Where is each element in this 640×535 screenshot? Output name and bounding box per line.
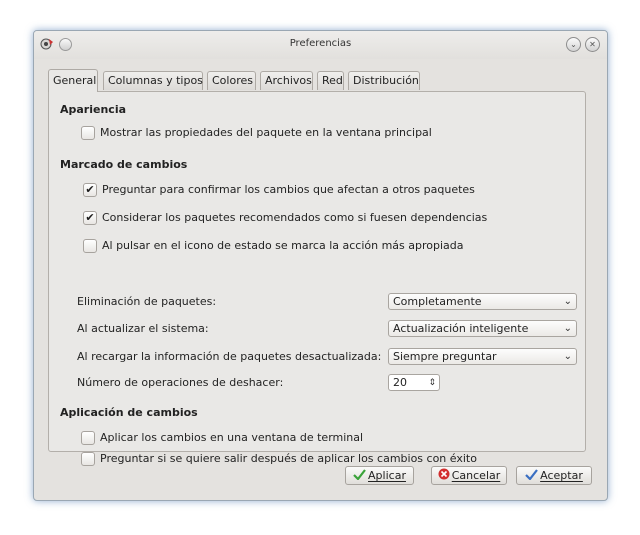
tab-red[interactable]: Red (317, 71, 344, 90)
removal-combo[interactable]: Completamente ⌄ (388, 293, 577, 310)
chevron-down-icon: ⌄ (563, 323, 572, 334)
reload-combo[interactable]: Siempre preguntar ⌄ (388, 348, 577, 365)
undo-spinbox[interactable]: 20 ⇕ (388, 374, 440, 391)
tab-distribucion[interactable]: Distribución (348, 71, 420, 90)
section-aplicacion: Aplicación de cambios (60, 406, 198, 419)
terminal-checkbox[interactable] (81, 431, 95, 445)
recommended-deps-label: Considerar los paquetes recomendados com… (102, 211, 488, 224)
show-properties-label: Mostrar las propiedades del paquete en l… (100, 126, 432, 139)
close-button[interactable]: ✕ (585, 37, 600, 52)
undo-label: Número de operaciones de deshacer: (77, 376, 284, 389)
section-apariencia: Apariencia (60, 103, 127, 116)
minimize-button[interactable]: ⌄ (566, 37, 581, 52)
ask-quit-checkbox[interactable] (81, 452, 95, 466)
tab-colores[interactable]: Colores (207, 71, 256, 90)
terminal-label: Aplicar los cambios en una ventana de te… (100, 431, 364, 444)
status-icon-checkbox[interactable] (83, 239, 97, 253)
cancel-icon (438, 468, 450, 485)
confirm-changes-checkbox[interactable]: ✔ (83, 183, 97, 197)
reload-label: Al recargar la información de paquetes d… (77, 350, 382, 363)
upgrade-combo[interactable]: Actualización inteligente ⌄ (388, 320, 577, 337)
cancel-button[interactable]: Cancelar (431, 466, 507, 485)
spin-arrows-icon[interactable]: ⇕ (428, 375, 436, 391)
upgrade-label: Al actualizar el sistema: (77, 322, 209, 335)
chevron-down-icon: ⌄ (563, 351, 572, 362)
show-properties-checkbox[interactable] (81, 126, 95, 140)
recommended-deps-checkbox[interactable]: ✔ (83, 211, 97, 225)
general-panel: Apariencia Mostrar las propiedades del p… (48, 91, 586, 466)
checkmark-icon: ✔ (85, 211, 95, 224)
status-icon-label: Al pulsar en el icono de estado se marca… (102, 239, 464, 252)
title-bar[interactable]: Preferencias ⌄ ✕ (34, 31, 607, 59)
checkmark-icon: ✔ (85, 183, 95, 196)
preferences-window: Preferencias ⌄ ✕ General Columnas y tipo… (33, 30, 608, 501)
close-icon: ✕ (589, 40, 596, 49)
tab-columnas-y-tipos[interactable]: Columnas y tipos (103, 71, 203, 90)
apply-button[interactable]: Aplicar (345, 466, 414, 485)
section-marcado: Marcado de cambios (60, 158, 188, 171)
chevron-down-icon: ⌄ (570, 40, 577, 49)
window-title: Preferencias (289, 38, 352, 49)
ask-quit-label: Preguntar si se quiere salir después de … (100, 452, 477, 465)
tab-general[interactable]: General (48, 69, 98, 92)
removal-label: Eliminación de paquetes: (77, 295, 217, 308)
confirm-changes-label: Preguntar para confirmar los cambios que… (102, 183, 475, 196)
tab-archivos[interactable]: Archivos (260, 71, 313, 90)
check-icon (353, 468, 366, 485)
check-icon (525, 468, 539, 485)
chevron-down-icon: ⌄ (563, 296, 572, 307)
accept-button[interactable]: Aceptar (516, 466, 592, 485)
